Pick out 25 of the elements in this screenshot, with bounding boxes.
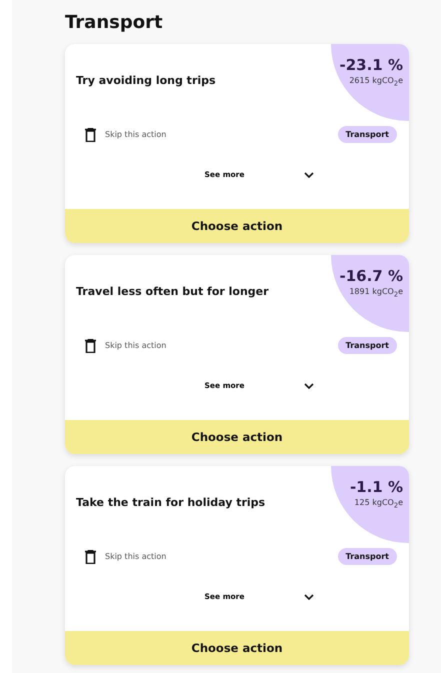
section-heading: Transport <box>65 11 164 35</box>
chevron-icon <box>304 382 314 388</box>
skip-action-button[interactable]: Skip this action <box>85 128 166 142</box>
choose-action-button[interactable]: Choose action <box>65 631 409 665</box>
impact-percent: -16.7 % <box>340 267 403 285</box>
action-title: Try avoiding long trips <box>76 74 216 89</box>
impact-amount: 1891 kgCO$_{2}$e <box>349 287 403 299</box>
choose-action-button[interactable]: Choose action <box>65 420 409 454</box>
impact-amount: 2615 kgCO$_{2}$e <box>349 76 403 88</box>
skip-action-button[interactable]: Skip this action <box>85 338 166 352</box>
category-tag: Transport <box>338 126 397 143</box>
impact-percent: -23.1 % <box>340 56 403 74</box>
category-tag: Transport <box>338 548 397 565</box>
chevron-icon <box>304 594 314 600</box>
category-tag: Transport <box>338 337 397 354</box>
trash-icon <box>85 128 96 142</box>
impact-amount: 125 kgCO$_{2}$e <box>354 498 403 510</box>
trash-icon <box>85 338 96 352</box>
impact-percent: -1.1 % <box>350 478 403 496</box>
skip-action-button[interactable]: Skip this action <box>85 550 166 564</box>
chevron-icon <box>304 172 314 178</box>
action-title: Take the train for holiday trips <box>76 496 266 511</box>
action-title: Travel less often but for longer <box>76 285 269 300</box>
choose-action-button[interactable]: Choose action <box>65 209 409 243</box>
trash-icon <box>85 550 96 564</box>
